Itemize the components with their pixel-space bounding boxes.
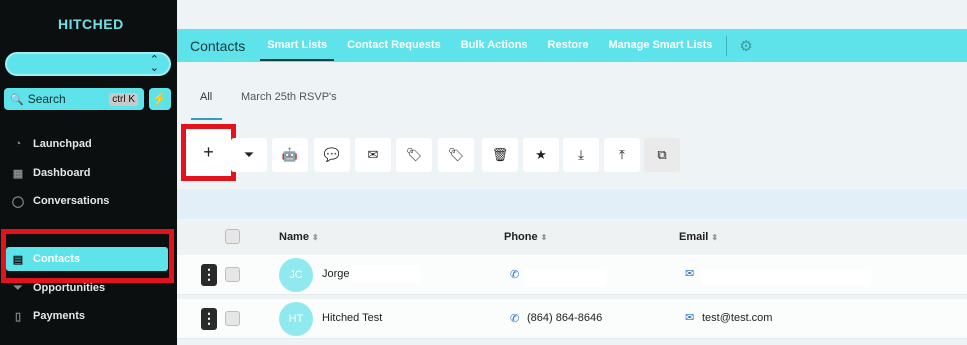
tab-contact-requests[interactable]: Contact Requests <box>347 29 441 62</box>
tab-restore[interactable]: Restore <box>548 29 589 62</box>
delete-button[interactable]: 🗑 <box>482 138 518 172</box>
info-strip <box>177 189 967 219</box>
sidebar-item-label: Opportunities <box>33 282 106 294</box>
sidebar-item-dashboard[interactable]: ▦ Dashboard <box>10 163 91 183</box>
filter-button[interactable]: ⏷ <box>231 138 267 172</box>
highlight-box-add <box>181 124 236 181</box>
search-label: Search <box>27 92 66 106</box>
table-row[interactable]: ⋮ JC Jorge ✆ ✉ <box>177 255 967 295</box>
sidebar-item-label: Conversations <box>33 195 110 207</box>
highlight-box-contacts <box>1 229 174 283</box>
sort-icon: ⬍ <box>711 233 719 242</box>
merge-button[interactable]: ⧉ <box>644 138 680 172</box>
tab-manage-smart-lists[interactable]: Manage Smart Lists <box>609 29 713 62</box>
sidebar-item-conversations[interactable]: ◯ Conversations <box>10 191 110 211</box>
active-tab-indicator <box>191 118 222 120</box>
row-menu-icon[interactable]: ⋮ <box>201 308 217 330</box>
column-name[interactable]: Name ⬍ <box>279 231 319 243</box>
account-switcher[interactable]: ⌃ ⌄ <box>5 52 171 76</box>
avatar: JC <box>279 258 313 292</box>
tag-add-icon: 🏷 <box>405 147 423 162</box>
add-tag-button[interactable]: 🏷 <box>396 138 432 172</box>
chevron-updown-icon: ⌃ ⌄ <box>149 54 159 74</box>
trash-icon: 🗑 <box>491 147 509 162</box>
redacted-phone <box>524 269 607 287</box>
contact-phone[interactable]: (864) 864-8646 <box>527 312 602 324</box>
divider <box>726 35 728 56</box>
filter-icon: ⏷ <box>243 147 255 162</box>
rocket-icon: ◔ <box>14 138 22 150</box>
contact-name[interactable]: Jorge <box>322 268 350 280</box>
automation-button[interactable]: 🤖 <box>272 138 308 172</box>
sidebar: HITCHED ⌃ ⌄ 🔍 Search ctrl K ⚡ ◔ Launchpad… <box>0 0 177 345</box>
remove-tag-button[interactable]: 🏷 <box>438 138 474 172</box>
sort-icon: ⬍ <box>311 233 319 242</box>
tab-bulk-actions[interactable]: Bulk Actions <box>461 29 528 62</box>
column-phone[interactable]: Phone ⬍ <box>504 231 547 243</box>
sidebar-item-payments[interactable]: ▯ Payments <box>10 306 85 326</box>
row-checkbox[interactable] <box>225 267 240 282</box>
redacted-email <box>701 269 871 285</box>
export-icon: ⤒ <box>619 147 625 162</box>
brand-logo: HITCHED <box>58 16 124 32</box>
column-email[interactable]: Email ⬍ <box>679 231 718 243</box>
favorite-button[interactable]: ★ <box>523 138 559 172</box>
tab-smart-lists[interactable]: Smart Lists <box>260 29 335 62</box>
phone-icon: ✆ <box>510 269 520 281</box>
select-all-checkbox[interactable] <box>225 229 240 244</box>
sort-icon: ⬍ <box>540 233 548 242</box>
tag-remove-icon: 🏷 <box>447 147 465 162</box>
receipt-icon: ▯ <box>14 310 22 323</box>
page-title: Contacts <box>190 37 246 54</box>
smart-list-tabs: All March 25th RSVP's <box>177 88 967 122</box>
funnel-icon: ⏷ <box>13 281 23 294</box>
robot-icon: 🤖 <box>281 147 299 162</box>
subtab-march-rsvp[interactable]: March 25th RSVP's <box>241 91 337 103</box>
contact-email[interactable]: test@test.com <box>702 312 772 324</box>
sidebar-item-launchpad[interactable]: ◔ Launchpad <box>10 134 92 154</box>
export-button[interactable]: ⤒ <box>604 138 640 172</box>
sidebar-item-label: Launchpad <box>33 138 92 150</box>
gear-icon[interactable]: ⚙ <box>739 37 752 55</box>
sidebar-item-label: Dashboard <box>33 167 91 179</box>
search-shortcut: ctrl K <box>109 92 138 106</box>
avatar: HT <box>279 302 313 336</box>
search-input[interactable]: 🔍 Search ctrl K <box>4 88 144 110</box>
merge-icon: ⧉ <box>657 147 667 162</box>
send-email-button[interactable]: ✉ <box>355 138 391 172</box>
phone-icon: ✆ <box>510 313 520 325</box>
email-icon: ✉ <box>367 147 379 162</box>
subtab-all[interactable]: All <box>200 91 212 103</box>
row-menu-icon[interactable]: ⋮ <box>201 264 217 286</box>
send-message-button[interactable]: 💬 <box>314 138 350 172</box>
table-header: Name ⬍ Phone ⬍ Email ⬍ <box>177 225 967 250</box>
import-button[interactable]: ⤓ <box>563 138 599 172</box>
top-nav-bar: Contacts Smart Lists Contact Requests Bu… <box>177 29 967 62</box>
star-icon: ★ <box>535 147 547 162</box>
contact-name[interactable]: Hitched Test <box>322 312 382 324</box>
message-icon: 💬 <box>323 147 341 162</box>
redacted-name <box>352 265 420 283</box>
sidebar-item-label: Payments <box>33 310 85 322</box>
import-icon: ⤓ <box>578 147 584 162</box>
row-checkbox[interactable] <box>225 311 240 326</box>
search-icon: 🔍 <box>10 93 24 106</box>
quick-actions-bolt-icon[interactable]: ⚡ <box>149 88 171 110</box>
chat-icon: ◯ <box>11 195 25 208</box>
email-icon: ✉ <box>685 312 695 324</box>
table-row[interactable]: ⋮ HT Hitched Test ✆ (864) 864-8646 ✉ tes… <box>177 299 967 339</box>
email-icon: ✉ <box>685 268 695 280</box>
grid-icon: ▦ <box>12 167 24 180</box>
